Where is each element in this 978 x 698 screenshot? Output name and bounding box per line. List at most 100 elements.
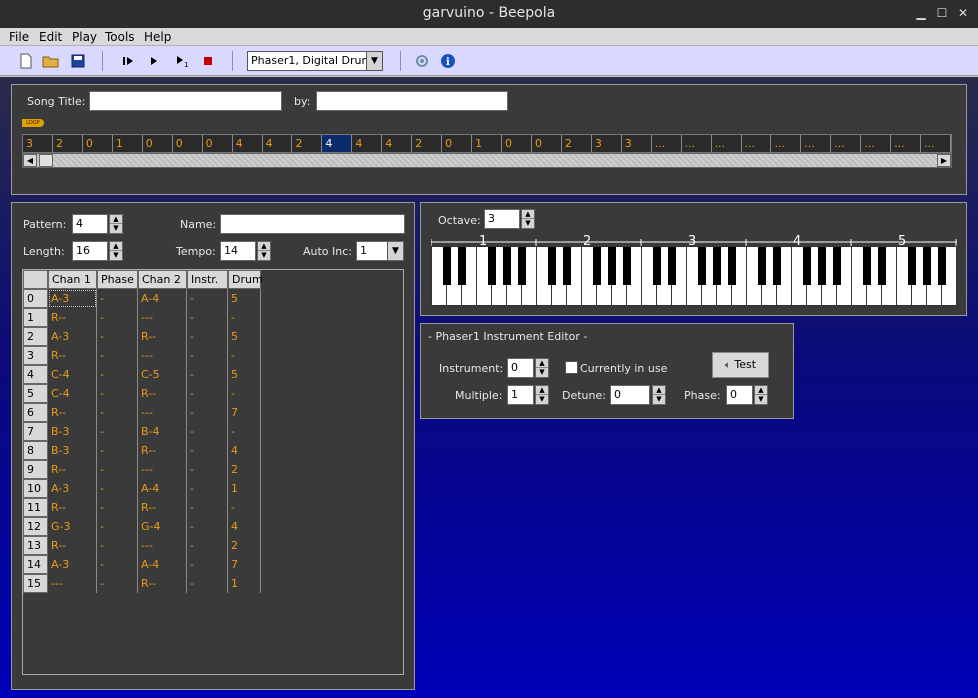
row-header[interactable]: 12 <box>23 517 48 536</box>
column-header[interactable]: Phase <box>97 270 138 289</box>
row-header[interactable]: 1 <box>23 308 48 327</box>
pattern-cell[interactable]: 5 <box>228 365 261 384</box>
in-use-checkbox[interactable] <box>565 361 578 374</box>
sequence-cell[interactable]: 1 <box>113 135 143 152</box>
column-header[interactable]: Instr. <box>187 270 228 289</box>
black-key[interactable] <box>698 247 706 285</box>
pattern-cell[interactable]: A-4 <box>138 289 187 308</box>
menu-edit[interactable]: Edit <box>39 30 62 44</box>
play-icon[interactable] <box>144 51 164 71</box>
pattern-cell[interactable]: --- <box>138 403 187 422</box>
detune-spinner[interactable]: ▲ ▼ <box>652 385 666 405</box>
engine-select[interactable]: Phaser1, Digital Drum: ▼ <box>247 51 383 71</box>
menu-tools[interactable]: Tools <box>105 30 135 44</box>
detune-input[interactable]: 0 <box>610 385 650 405</box>
pattern-cell[interactable]: B-4 <box>138 422 187 441</box>
play-from-start-icon[interactable] <box>118 51 138 71</box>
sequence-cell[interactable]: 1 <box>472 135 502 152</box>
black-key[interactable] <box>818 247 826 285</box>
sequence-cell[interactable]: 0 <box>83 135 113 152</box>
pattern-cell[interactable]: 4 <box>228 441 261 460</box>
minimize-icon[interactable]: ▁ <box>914 6 928 20</box>
sequence-cell[interactable]: 2 <box>292 135 323 152</box>
song-title-input[interactable] <box>89 91 282 111</box>
pattern-cell[interactable]: - <box>228 346 261 365</box>
pattern-cell[interactable]: - <box>187 289 228 308</box>
pattern-cell[interactable]: R-- <box>48 403 97 422</box>
pattern-cell[interactable]: - <box>97 479 138 498</box>
autoinc-select[interactable]: 1 ▼ <box>356 241 404 261</box>
pattern-cell[interactable]: R-- <box>138 327 187 346</box>
close-icon[interactable]: ✕ <box>956 6 970 20</box>
sequence-cell[interactable]: 0 <box>532 135 562 152</box>
sequence-cell[interactable]: ... <box>891 135 922 152</box>
black-key[interactable] <box>908 247 916 285</box>
octave-input[interactable]: 3 <box>484 209 520 229</box>
pattern-cell[interactable]: 5 <box>228 289 261 308</box>
stop-icon[interactable] <box>198 51 218 71</box>
pattern-cell[interactable]: --- <box>138 460 187 479</box>
pattern-cell[interactable]: A-4 <box>138 479 187 498</box>
pattern-cell[interactable]: - <box>187 327 228 346</box>
black-key[interactable] <box>458 247 466 285</box>
row-header[interactable]: 5 <box>23 384 48 403</box>
black-key[interactable] <box>863 247 871 285</box>
row-header[interactable]: 0 <box>23 289 48 308</box>
pattern-cell[interactable]: - <box>187 574 228 593</box>
black-key[interactable] <box>833 247 841 285</box>
pattern-cell[interactable]: C-5 <box>138 365 187 384</box>
pattern-cell[interactable]: R-- <box>48 536 97 555</box>
sequence-cell[interactable]: 0 <box>502 135 532 152</box>
pattern-cell[interactable]: - <box>97 555 138 574</box>
pattern-cell[interactable]: - <box>97 308 138 327</box>
pattern-cell[interactable]: - <box>187 479 228 498</box>
pattern-cell[interactable]: A-3 <box>48 479 97 498</box>
black-key[interactable] <box>713 247 721 285</box>
maximize-icon[interactable]: ☐ <box>935 6 949 20</box>
sequence-cell[interactable]: 2 <box>412 135 443 152</box>
pattern-cell[interactable]: - <box>97 517 138 536</box>
pattern-cell[interactable]: - <box>97 422 138 441</box>
pattern-cell[interactable]: - <box>187 498 228 517</box>
row-header[interactable]: 13 <box>23 536 48 555</box>
pattern-cell[interactable]: - <box>97 346 138 365</box>
black-key[interactable] <box>443 247 451 285</box>
phase-spinner[interactable]: ▲ ▼ <box>754 385 768 405</box>
row-header[interactable]: 8 <box>23 441 48 460</box>
pattern-cell[interactable]: --- <box>138 536 187 555</box>
pattern-cell[interactable]: - <box>228 422 261 441</box>
pattern-cell[interactable]: --- <box>138 346 187 365</box>
menu-play[interactable]: Play <box>72 30 97 44</box>
pattern-cell[interactable]: - <box>187 422 228 441</box>
sequence-cell[interactable]: 0 <box>203 135 233 152</box>
length-input[interactable]: 16 <box>72 241 108 261</box>
black-key[interactable] <box>773 247 781 285</box>
pattern-spinner[interactable]: ▲ ▼ <box>109 214 123 234</box>
sequence-cell[interactable]: ... <box>652 135 682 152</box>
pattern-cell[interactable]: R-- <box>48 308 97 327</box>
pattern-cell[interactable]: - <box>97 498 138 517</box>
length-spinner[interactable]: ▲ ▼ <box>109 241 123 261</box>
black-key[interactable] <box>923 247 931 285</box>
pattern-cell[interactable]: A-4 <box>138 555 187 574</box>
pattern-cell[interactable]: 5 <box>228 327 261 346</box>
pattern-cell[interactable]: B-3 <box>48 441 97 460</box>
scroll-thumb[interactable] <box>39 154 53 167</box>
save-icon[interactable] <box>68 51 88 71</box>
pattern-cell[interactable]: G-4 <box>138 517 187 536</box>
sequence-cell[interactable]: 4 <box>322 135 353 152</box>
pattern-cell[interactable]: C-4 <box>48 365 97 384</box>
sequence-cell[interactable]: ... <box>712 135 742 152</box>
pattern-cell[interactable]: A-3 <box>48 327 97 346</box>
row-header[interactable]: 7 <box>23 422 48 441</box>
black-key[interactable] <box>608 247 616 285</box>
pattern-cell[interactable]: - <box>228 498 261 517</box>
row-header[interactable]: 2 <box>23 327 48 346</box>
pattern-cell[interactable]: --- <box>138 308 187 327</box>
pattern-cell[interactable]: R-- <box>48 498 97 517</box>
menu-file[interactable]: File <box>9 30 29 44</box>
sequence-cell[interactable]: ... <box>831 135 862 152</box>
sequence-cell[interactable]: 3 <box>622 135 652 152</box>
settings-icon[interactable] <box>412 51 432 71</box>
black-key[interactable] <box>488 247 496 285</box>
